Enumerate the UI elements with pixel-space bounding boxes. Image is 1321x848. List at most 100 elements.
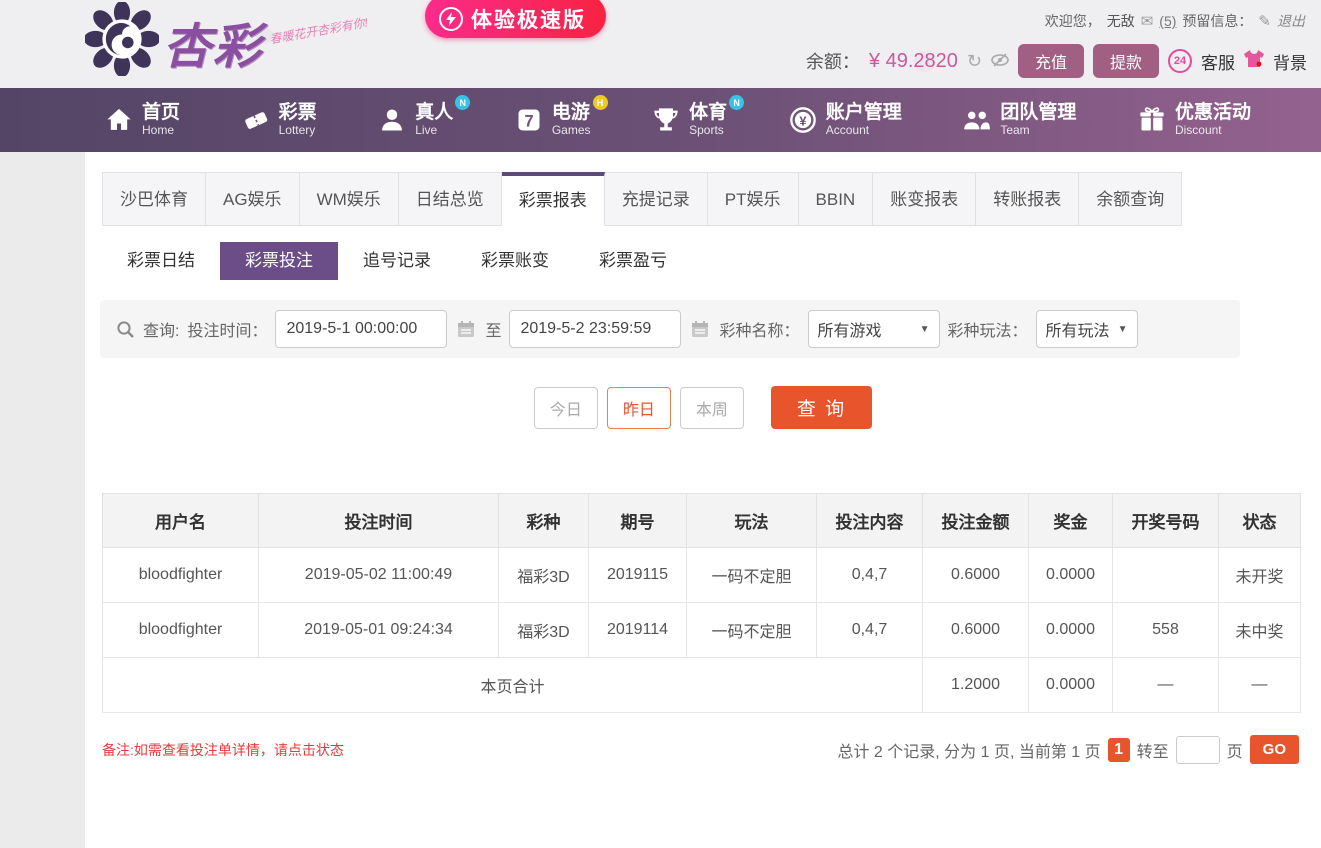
goto-label: 转至 — [1136, 743, 1169, 761]
col-bet-amount: 投注金额 — [922, 493, 1029, 548]
lottery-name-select[interactable]: 所有游戏 ▼ — [807, 310, 940, 348]
goto-page-input[interactable] — [1175, 735, 1220, 764]
tab-daily-overview[interactable]: 日结总览 — [398, 172, 502, 226]
tab-shaba-sports[interactable]: 沙巴体育 — [102, 172, 206, 226]
search-panel: 查询: 投注时间： 至 彩种名称： 所有游戏 ▼ 彩种玩法： 所有玩法 ▼ — [100, 300, 1240, 358]
nav-item-account[interactable]: ¥ 账户管理 Account — [789, 102, 902, 138]
main-nav: 首页 Home 彩票 Lottery 真人 N Live 7 电游 H Games — [0, 88, 1321, 152]
time-from-input[interactable] — [275, 310, 448, 348]
yesterday-button[interactable]: 昨日 — [606, 386, 671, 429]
home-icon — [105, 106, 133, 134]
tab-ag[interactable]: AG娱乐 — [206, 172, 300, 226]
sub-tabs: 彩票日结 彩票投注 追号记录 彩票账变 彩票盈亏 — [102, 242, 1321, 280]
tab-balance-query[interactable]: 余额查询 — [1079, 172, 1183, 226]
calendar-icon[interactable] — [691, 320, 709, 338]
cell-lottery: 福彩3D — [498, 547, 589, 603]
nav-item-live[interactable]: 真人 N Live — [378, 95, 471, 138]
cell-bet-time: 2019-05-01 09:24:34 — [258, 602, 499, 658]
mail-icon[interactable]: ✉ — [1141, 12, 1154, 30]
eye-off-icon[interactable] — [991, 51, 1009, 72]
nav-label-en: Discount — [1174, 123, 1222, 138]
withdraw-button[interactable]: 提款 — [1092, 44, 1159, 78]
tab-lottery-report[interactable]: 彩票报表 — [501, 172, 605, 226]
footer-row: 备注:如需查看投注单详情，请点击状态 总计 2 个记录, 分为 1 页, 当前第… — [102, 735, 1299, 764]
lottery-name-label: 彩种名称： — [719, 323, 800, 340]
go-button[interactable]: GO — [1249, 735, 1299, 764]
tab-wm[interactable]: WM娱乐 — [299, 172, 399, 226]
this-week-button[interactable]: 本周 — [679, 386, 744, 429]
nav-item-home[interactable]: 首页 Home — [105, 102, 180, 138]
subtab-lottery-profit[interactable]: 彩票盈亏 — [574, 242, 692, 280]
report-tabs: 沙巴体育 AG娱乐 WM娱乐 日结总览 彩票报表 充提记录 PT娱乐 BBIN … — [102, 172, 1321, 226]
status-link[interactable]: 未中奖 — [1218, 602, 1301, 658]
bet-time-label: 投注时间： — [187, 323, 268, 340]
current-page-badge[interactable]: 1 — [1107, 737, 1130, 762]
tab-pt[interactable]: PT娱乐 — [707, 172, 799, 226]
today-button[interactable]: 今日 — [533, 386, 598, 429]
tab-bbin[interactable]: BBIN — [798, 172, 874, 226]
recharge-button[interactable]: 充值 — [1017, 44, 1084, 78]
nav-item-sports[interactable]: 体育 N Sports — [652, 95, 745, 138]
col-bet-time: 投注时间 — [258, 493, 499, 548]
col-bet-content: 投注内容 — [816, 493, 923, 548]
summary-draw-numbers: — — [1112, 657, 1219, 713]
cell-bet-amount: 0.6000 — [922, 602, 1029, 658]
time-to-input[interactable] — [509, 310, 682, 348]
logo-text: 杏彩 — [163, 20, 264, 74]
cell-draw-numbers: 558 — [1112, 602, 1219, 658]
pagination: 总计 2 个记录, 分为 1 页, 当前第 1 页 1 转至 页 GO — [837, 735, 1299, 764]
balance-value: ¥ 49.2820 — [868, 49, 958, 72]
seven-tile-icon: 7 — [515, 106, 543, 134]
nav-label-zh: 体育 — [689, 102, 728, 124]
promo-badge-label: 体验极速版 — [471, 9, 586, 32]
nav-label-en: Team — [1000, 123, 1030, 138]
quick-filter-row: 今日 昨日 本周 查 询 — [85, 386, 1321, 429]
table-row: bloodfighter 2019-05-01 09:24:34 福彩3D 20… — [102, 602, 1301, 658]
nav-label-en: Home — [142, 123, 175, 138]
customer-service-link[interactable]: 客服 — [1201, 49, 1235, 74]
background-link[interactable]: 背景 — [1273, 49, 1307, 74]
summary-prize: 0.0000 — [1028, 657, 1113, 713]
hot-badge: H — [592, 95, 608, 111]
cell-bet-amount: 0.6000 — [922, 547, 1029, 603]
svg-text:¥: ¥ — [799, 113, 807, 128]
nav-item-games[interactable]: 7 电游 H Games — [515, 95, 608, 138]
cell-play: 一码不定胆 — [686, 547, 817, 603]
tshirt-icon — [1244, 50, 1264, 72]
col-draw-numbers: 开奖号码 — [1112, 493, 1219, 548]
cell-prize: 0.0000 — [1028, 602, 1113, 658]
page-label: 页 — [1226, 743, 1243, 761]
tab-account-change[interactable]: 账变报表 — [873, 172, 977, 226]
col-prize: 奖金 — [1028, 493, 1113, 548]
refresh-icon[interactable]: ↻ — [967, 51, 982, 72]
pagination-summary: 总计 2 个记录, 分为 1 页, 当前第 1 页 — [837, 743, 1101, 761]
subtab-lottery-account-change[interactable]: 彩票账变 — [456, 242, 574, 280]
logo-flower-icon — [83, 0, 161, 81]
tab-transfer-report[interactable]: 转账报表 — [976, 172, 1080, 226]
cell-play: 一码不定胆 — [686, 602, 817, 658]
logo-slogan: 春暖花开杏彩有你! — [268, 15, 369, 47]
message-count[interactable]: (5) — [1159, 13, 1176, 29]
chevron-down-icon: ▼ — [919, 323, 930, 335]
site-logo[interactable]: 杏彩 春暖花开杏彩有你! — [83, 0, 369, 81]
top-header: 杏彩 春暖花开杏彩有你! 体验极速版 欢迎您， 无敌 ✉ (5) 预留信息： ✎… — [0, 0, 1321, 88]
coin-icon: ¥ — [789, 106, 817, 134]
subtab-chase-records[interactable]: 追号记录 — [338, 242, 456, 280]
subtab-lottery-bets[interactable]: 彩票投注 — [220, 242, 338, 280]
status-link[interactable]: 未开奖 — [1218, 547, 1301, 603]
calendar-icon[interactable] — [457, 320, 475, 338]
nav-item-lottery[interactable]: 彩票 Lottery — [242, 102, 317, 138]
promo-badge-button[interactable]: 体验极速版 — [425, 0, 606, 38]
cell-draw-numbers — [1112, 547, 1219, 603]
edit-icon[interactable]: ✎ — [1258, 12, 1271, 30]
search-button[interactable]: 查 询 — [770, 386, 873, 429]
play-type-select[interactable]: 所有玩法 ▼ — [1035, 310, 1138, 348]
tab-deposit-withdraw[interactable]: 充提记录 — [604, 172, 708, 226]
subtab-lottery-daily[interactable]: 彩票日结 — [102, 242, 220, 280]
trophy-icon — [652, 106, 680, 134]
nav-item-team[interactable]: 团队管理 Team — [963, 102, 1076, 138]
nav-label-en: Account — [825, 123, 870, 138]
logout-link[interactable]: 退出 — [1277, 11, 1305, 31]
cell-bet-time: 2019-05-02 11:00:49 — [258, 547, 499, 603]
nav-item-discount[interactable]: 优惠活动 Discount — [1138, 102, 1251, 138]
